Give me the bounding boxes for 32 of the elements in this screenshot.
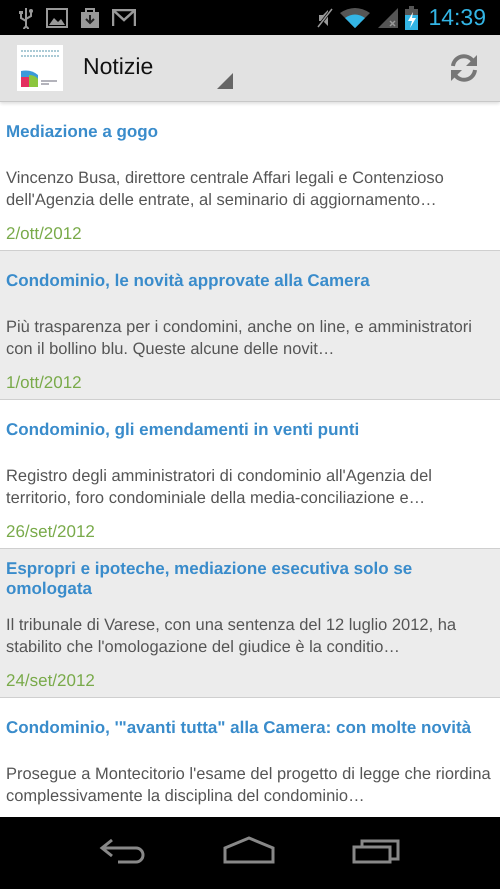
signal-icon [377,6,400,28]
news-date: 1/ott/2012 [6,372,83,394]
news-title: Condominio, '"avanti tutta" alla Camera: con molte novità [6,718,472,738]
news-summary: Vincenzo Busa, direttore centrale Affari legali e Contenzioso dell'Agenzia delle entrate, al seminario di aggiornamento… [6,168,445,211]
mute-icon [317,8,334,28]
news-title: Condominio, le novità approvate alla Camera [6,271,370,291]
news-title: Condominio, gli emendamenti in venti punti [6,420,360,440]
news-date: 26/set/2012 [6,521,96,543]
refresh-button[interactable] [448,52,480,84]
wifi-icon [339,6,372,28]
news-title: Mediazione a gogo [6,122,158,142]
news-date: 2/ott/2012 [6,223,83,245]
download-icon [80,6,100,28]
usb-icon [18,6,34,28]
app-logo-icon[interactable] [17,45,63,91]
news-summary: Più trasparenza per i condomini, anche on line, e amministratori con il bollino blu. Queste alcune delle novit… [6,317,473,360]
mail-icon [112,8,136,26]
back-icon[interactable] [98,836,146,864]
news-summary: Registro degli amministratori di condominio all'Agenzia del territorio, foro condominiale della media-conciliazione e… [6,466,433,509]
news-item[interactable]: Condominio, le novità approvate alla Camera Più trasparenza per i condomini, anche on line, e amministratori con il bollino blu. Queste alcune delle novit… 1/ott/2012 [0,251,500,400]
home-icon[interactable] [222,836,275,864]
battery-charging-icon [405,6,418,30]
section-dropdown[interactable]: Notizie [75,39,234,97]
news-date: 24/set/2012 [6,670,96,692]
news-item[interactable]: Espropri e ipoteche, mediazione esecutiva solo se omologata Il tribunale di Varese, con una sentenza del 12 luglio 2012, ha stabilito che l'omologazione del giudice è la conditio… 24/set/2012 [0,549,500,698]
dropdown-corner-icon [217,73,234,89]
news-title: Espropri e ipoteche, mediazione esecutiva solo se omologata [6,559,414,599]
news-summary: Il tribunale di Varese, con una sentenza del 12 luglio 2012, ha stabilito che l'omologazione del giudice è la conditio… [6,615,458,658]
picture-icon [46,8,68,28]
refresh-icon [448,52,480,84]
clock-time: 14:39 [428,4,486,31]
news-summary: Prosegue a Montecitorio l'esame del progetto di legge che riordina complessivamente la disciplina del condominio… [6,764,492,807]
